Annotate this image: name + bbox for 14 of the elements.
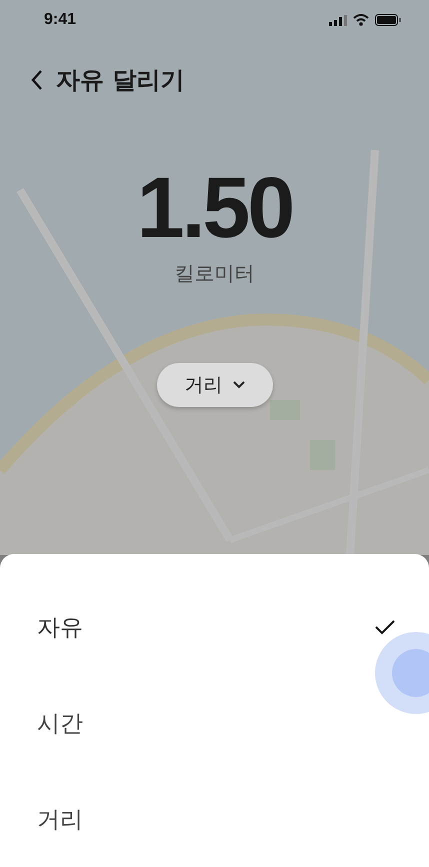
distance-unit: 킬로미터	[174, 260, 254, 287]
signal-icon	[329, 14, 347, 26]
checkmark-icon	[374, 619, 396, 635]
battery-icon	[375, 14, 401, 26]
mode-dropdown-button[interactable]: 거리	[156, 363, 272, 407]
distance-value: 1.50	[136, 160, 292, 256]
chevron-down-icon	[232, 381, 244, 389]
mode-option[interactable]: 자유	[0, 579, 429, 675]
mode-option[interactable]: 거리	[0, 771, 429, 867]
mode-option[interactable]: 시간	[0, 675, 429, 771]
page-title: 자유 달리기	[56, 65, 184, 96]
status-time: 9:41	[44, 11, 76, 29]
back-icon[interactable]	[30, 69, 44, 91]
wifi-icon	[353, 14, 369, 26]
